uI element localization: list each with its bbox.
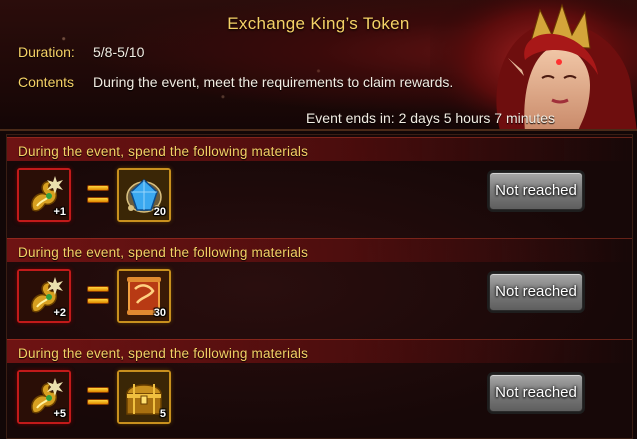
exchange-list[interactable]: During the event, spend the following ma…: [6, 134, 633, 439]
event-title: Exchange King’s Token: [227, 14, 410, 33]
kings-token-icon[interactable]: +5: [17, 370, 71, 424]
duration-label: Duration:: [18, 44, 75, 60]
equals-icon: [87, 185, 109, 205]
entry-heading-bar: During the event, spend the following ma…: [7, 339, 632, 363]
treasure-chest-icon[interactable]: 5: [117, 370, 171, 424]
not-reached-button[interactable]: Not reached: [489, 374, 583, 412]
reward-quantity: 5: [159, 408, 166, 420]
duration-value: 5/8-5/10: [93, 44, 145, 60]
exchange-entry: During the event, spend the following ma…: [7, 337, 632, 437]
entry-heading: During the event, spend the following ma…: [18, 245, 309, 260]
entry-heading: During the event, spend the following ma…: [18, 346, 309, 361]
entry-heading: During the event, spend the following ma…: [18, 144, 309, 159]
blue-gem-icon[interactable]: 20: [117, 168, 171, 222]
not-reached-button[interactable]: Not reached: [489, 273, 583, 311]
contents-row: Contents During the event, meet the requi…: [18, 74, 453, 90]
kings-token-icon[interactable]: +1: [17, 168, 71, 222]
contents-label: Contents: [18, 74, 75, 90]
exchange-entry: During the event, spend the following ma…: [7, 135, 632, 235]
not-reached-button[interactable]: Not reached: [489, 172, 583, 210]
kings-token-icon[interactable]: +2: [17, 269, 71, 323]
event-countdown: Event ends in: 2 days 5 hours 7 minutes: [305, 110, 555, 126]
entry-heading-bar: During the event, spend the following ma…: [7, 137, 632, 161]
cost-quantity: +2: [53, 307, 66, 319]
scroll-icon[interactable]: 30: [117, 269, 171, 323]
contents-value: During the event, meet the requirements …: [93, 74, 454, 90]
event-countdown-row: Event ends in: 2 days 5 hours 7 minutes: [0, 110, 637, 128]
cost-quantity: +1: [53, 206, 66, 218]
equals-icon: [87, 286, 109, 306]
equals-icon: [87, 387, 109, 407]
reward-quantity: 20: [153, 206, 166, 218]
reward-quantity: 30: [153, 307, 166, 319]
duration-row: Duration: 5/8-5/10: [18, 44, 144, 60]
cost-quantity: +5: [53, 408, 66, 420]
entry-heading-bar: During the event, spend the following ma…: [7, 238, 632, 262]
exchange-entry: During the event, spend the following ma…: [7, 236, 632, 336]
event-header: Exchange King’s Token Duration: 5/8-5/10 …: [0, 0, 637, 131]
